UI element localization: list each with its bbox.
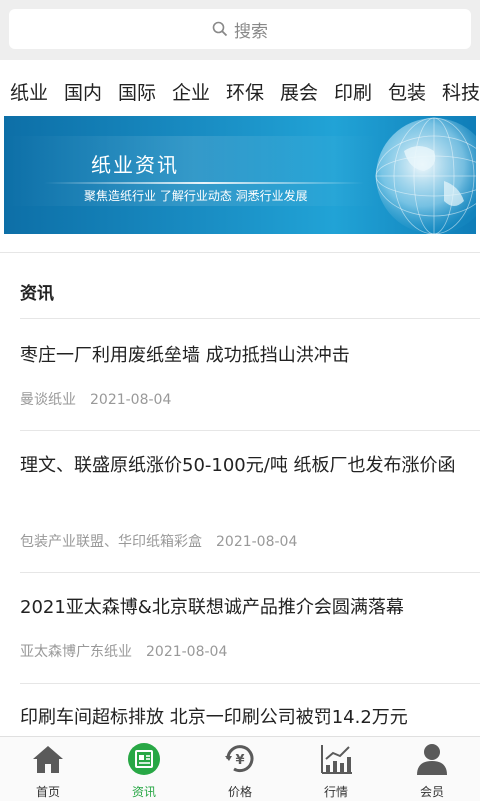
divider xyxy=(20,683,480,684)
news-title[interactable]: 2021亚太森博&北京联想诚产品推介会圆满落幕 xyxy=(20,592,460,624)
category-tab[interactable]: 纸业 xyxy=(10,78,48,105)
tab-market[interactable]: 行情 xyxy=(288,737,384,801)
svg-text:¥: ¥ xyxy=(235,753,244,768)
chart-icon xyxy=(321,745,352,774)
tab-home[interactable]: 首页 xyxy=(0,737,96,801)
tab-price[interactable]: ¥ 价格 xyxy=(192,737,288,801)
globe-icon xyxy=(375,117,476,234)
tab-member[interactable]: 会员 xyxy=(384,737,480,801)
top-bar: 搜索 xyxy=(0,0,480,60)
news-title[interactable]: 枣庄一厂利用废纸垒墙 成功抵挡山洪冲击 xyxy=(20,340,460,372)
news-meta: 包装产业联盟、华印纸箱彩盒 2021-08-04 xyxy=(20,531,297,551)
news-icon xyxy=(128,743,160,775)
category-tab[interactable]: 国际 xyxy=(118,78,156,105)
news-source: 包装产业联盟、华印纸箱彩盒 xyxy=(20,534,202,550)
tab-label: 行情 xyxy=(323,785,348,799)
news-source: 亚太森博广东纸业 xyxy=(20,644,132,660)
divider xyxy=(0,252,480,253)
category-tab[interactable]: 企业 xyxy=(172,78,210,105)
news-date: 2021-08-04 xyxy=(90,392,172,408)
category-tab[interactable]: 展会 xyxy=(280,78,318,105)
news-meta: 亚太森博广东纸业 2021-08-04 xyxy=(20,641,227,661)
news-title[interactable]: 理文、联盛原纸涨价50-100元/吨 纸板厂也发布涨价函 xyxy=(20,450,460,482)
news-date: 2021-08-04 xyxy=(216,534,298,550)
member-icon xyxy=(417,744,447,775)
category-tab[interactable]: 国内 xyxy=(64,78,102,105)
section-title: 资讯 xyxy=(20,284,54,304)
divider xyxy=(20,430,480,431)
tab-label: 资讯 xyxy=(131,785,156,799)
category-tab[interactable]: 包装 xyxy=(388,78,426,105)
category-tab[interactable]: 印刷 xyxy=(334,78,372,105)
tab-news[interactable]: 资讯 xyxy=(96,737,192,801)
banner[interactable]: 纸业资讯 聚焦造纸行业 了解行业动态 洞悉行业发展 xyxy=(4,116,476,234)
news-title[interactable]: 印刷车间超标排放 北京一印刷公司被罚14.2万元 xyxy=(20,702,460,734)
home-icon xyxy=(33,746,63,773)
price-icon: ¥ xyxy=(225,745,254,773)
tab-label: 首页 xyxy=(35,785,60,799)
tab-label: 会员 xyxy=(419,785,444,799)
news-source: 曼谈纸业 xyxy=(20,392,76,408)
tab-label: 价格 xyxy=(227,785,252,799)
news-date: 2021-08-04 xyxy=(146,644,228,660)
banner-divider xyxy=(44,182,364,184)
search-placeholder: 搜索 xyxy=(234,21,268,42)
category-tab[interactable]: 科技 xyxy=(442,78,480,105)
divider xyxy=(20,318,480,319)
category-nav: 纸业 国内 国际 企业 环保 展会 印刷 包装 科技 xyxy=(0,60,480,118)
banner-title: 纸业资讯 xyxy=(91,153,179,177)
banner-subtitle: 聚焦造纸行业 了解行业动态 洞悉行业发展 xyxy=(84,189,308,203)
divider xyxy=(20,572,480,573)
search-icon xyxy=(212,21,228,37)
search-box[interactable]: 搜索 xyxy=(9,9,471,49)
category-tab[interactable]: 环保 xyxy=(226,78,264,105)
bottom-tab-bar: 首页 资讯 ¥ 价格 行情 会员 xyxy=(0,736,480,801)
news-meta: 曼谈纸业 2021-08-04 xyxy=(20,389,171,409)
